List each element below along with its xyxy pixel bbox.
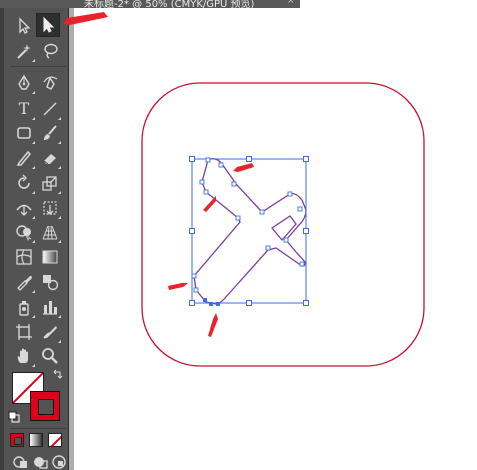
anchor-point[interactable] [259, 209, 265, 215]
anchor-point[interactable] [191, 273, 197, 279]
annotation-arrows [63, 12, 254, 337]
annotation-arrow [203, 196, 216, 212]
bounding-box[interactable] [191, 158, 307, 304]
selected-anchor-point[interactable] [209, 302, 213, 306]
anchor-point[interactable] [203, 189, 209, 195]
anchor-point[interactable] [231, 181, 237, 187]
anchor-point[interactable] [235, 215, 241, 221]
anchor-point[interactable] [193, 287, 199, 293]
rounded-square-path[interactable] [141, 82, 425, 367]
selected-anchor-point[interactable] [216, 302, 220, 306]
anchor-point[interactable] [265, 245, 271, 251]
annotation-arrow [208, 313, 218, 337]
selected-anchor-point[interactable] [203, 298, 207, 302]
handle-top-left[interactable] [189, 156, 195, 162]
annotation-arrow [168, 283, 188, 290]
anchor-point[interactable] [199, 179, 205, 185]
handle-bottom[interactable] [246, 300, 252, 306]
anchor-point[interactable] [205, 157, 211, 163]
handle-top[interactable] [246, 156, 252, 162]
handle-left[interactable] [189, 228, 195, 234]
airplane-path[interactable] [193, 158, 307, 305]
annotation-arrow [233, 163, 254, 172]
anchor-point[interactable] [283, 237, 289, 243]
anchor-point[interactable] [287, 191, 293, 197]
annotation-arrow-toolbar [63, 12, 108, 25]
handle-bottom-right[interactable] [303, 300, 309, 306]
handle-top-right[interactable] [303, 156, 309, 162]
handle-bottom-left[interactable] [189, 300, 195, 306]
handle-right[interactable] [303, 228, 309, 234]
artboard-canvas[interactable] [0, 0, 477, 470]
selected-anchor-points[interactable] [203, 298, 220, 306]
anchor-point[interactable] [218, 162, 224, 168]
anchor-point[interactable] [299, 261, 305, 267]
anchor-point[interactable] [297, 206, 303, 212]
